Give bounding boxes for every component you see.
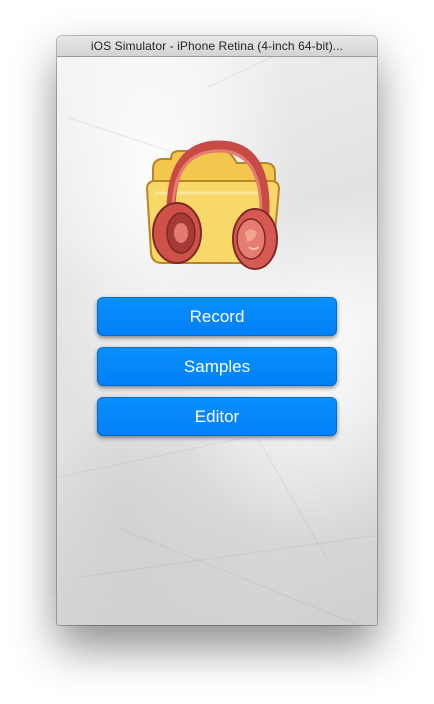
samples-button[interactable]: Samples [97,347,337,386]
simulator-window: iOS Simulator - iPhone Retina (4-inch 64… [57,36,377,625]
record-button[interactable]: Record [97,297,337,336]
app-screen: Record Samples Editor [57,57,377,625]
window-titlebar[interactable]: iOS Simulator - iPhone Retina (4-inch 64… [57,36,377,57]
folder-headphones-icon [145,140,281,270]
window-title: iOS Simulator - iPhone Retina (4-inch 64… [90,39,344,53]
paper-crease [256,437,328,559]
editor-button[interactable]: Editor [97,397,337,436]
desktop: iOS Simulator - iPhone Retina (4-inch 64… [0,0,434,704]
paper-crease [206,57,377,88]
